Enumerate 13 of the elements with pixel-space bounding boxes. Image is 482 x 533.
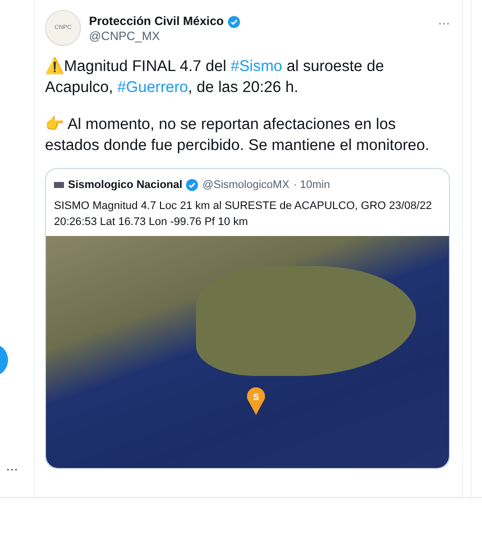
author-handle[interactable]: @CNPC_MX: [89, 29, 240, 44]
tweet-paragraph: 👉 Al momento, no se reportan afectaciones en los estados donde fue percibido. Se mantiene el monitoreo.: [45, 115, 430, 156]
quoted-author-handle: @SismologicoMX: [202, 178, 290, 193]
quoted-tweet-text: SISMO Magnitud 4.7 Loc 21 km al SURESTE de ACAPULCO, GRO 23/08/22 20:26:53 Lat 16.73 Lon -99.76 Pf 10 km: [53, 198, 433, 230]
flag-icon: [54, 182, 64, 188]
quoted-time: · 10min: [293, 178, 330, 193]
quoted-tweet-card[interactable]: Sismologico Nacional @SismologicoMX · 10min SISMO Magnitud 4.7 Loc 21 km al SURESTE de ACAPULCO, GRO 23/08/22 20:26:53 Lat 16.73 Lon -99.76 Pf 10 km S: [45, 168, 450, 468]
author-name[interactable]: Protección Civil México: [89, 14, 224, 29]
tweet-paragraph: ⚠Magnitud FINAL 4.7 del #Sismo al suroeste de Acapulco, #Guerrero, de las 20:26 h.: [45, 56, 385, 98]
quoted-author-name: Sismologico Nacional: [68, 178, 182, 193]
more-icon[interactable]: ···: [438, 10, 450, 32]
location-marker: S: [246, 386, 266, 416]
more-icon[interactable]: ···: [6, 460, 18, 478]
